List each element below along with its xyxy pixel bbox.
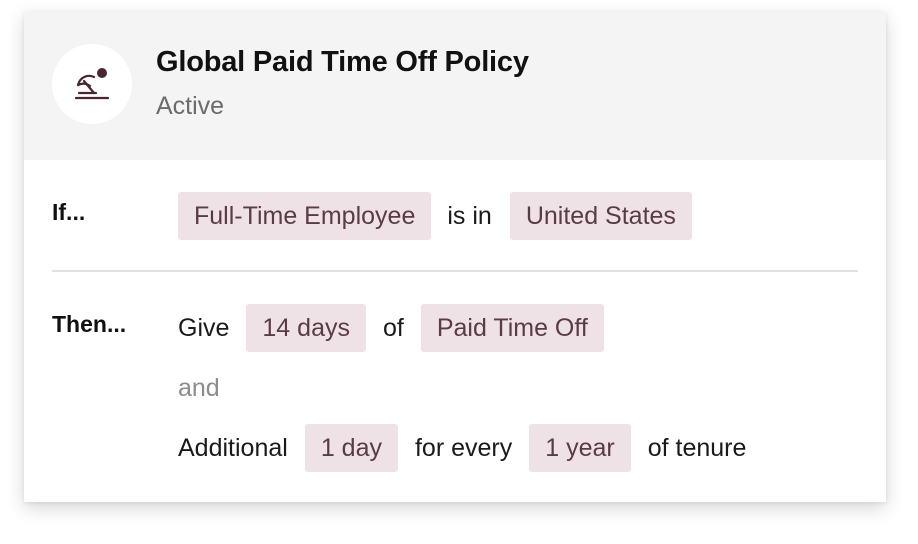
additional-text: Additional [178, 433, 288, 462]
benefit-pill[interactable]: Paid Time Off [420, 304, 604, 352]
policy-avatar [52, 44, 132, 124]
amount-pill[interactable]: 14 days [246, 304, 366, 352]
then-label: Then... [52, 311, 127, 337]
and-text: and [178, 373, 220, 402]
beach-umbrella-icon [74, 68, 110, 100]
condition-row: Full-Time Employee is in United States [178, 192, 692, 240]
give-text: Give [178, 313, 230, 342]
and-row: and [178, 364, 220, 412]
policy-header: Global Paid Time Off Policy Active [24, 12, 886, 160]
of-text: of [382, 313, 404, 342]
interval-pill[interactable]: 1 year [529, 424, 631, 472]
additional-row: Additional 1 day for every 1 year of ten… [178, 424, 746, 472]
divider [52, 270, 858, 272]
increment-pill[interactable]: 1 day [304, 424, 398, 472]
employee-type-pill[interactable]: Full-Time Employee [178, 192, 432, 240]
policy-card: Global Paid Time Off Policy Active If...… [24, 12, 886, 502]
for-every-text: for every [414, 433, 513, 462]
policy-status: Active [156, 92, 225, 120]
country-pill[interactable]: United States [509, 192, 692, 240]
give-row: Give 14 days of Paid Time Off [178, 304, 604, 352]
page-title: Global Paid Time Off Policy [156, 46, 529, 78]
if-label: If... [52, 199, 86, 225]
tenure-text: of tenure [647, 433, 747, 462]
operator-text: is in [447, 201, 492, 230]
